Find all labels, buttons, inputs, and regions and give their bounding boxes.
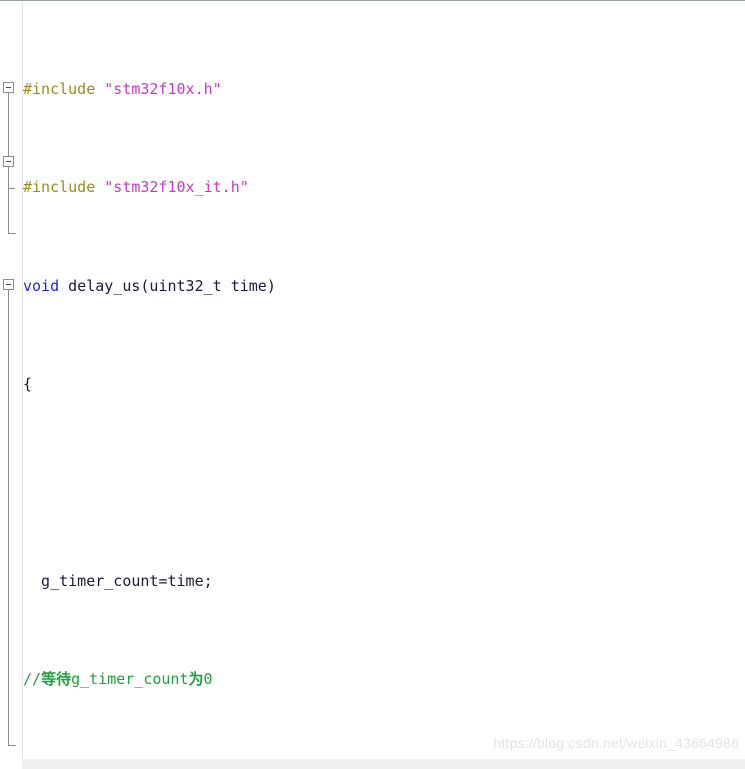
token-keyword-void: void [23,276,60,295]
fold-end-tick-while [8,188,15,189]
fold-guide-init-led [8,290,9,745]
code-line-7: //等待g_timer_count为0 [23,667,745,692]
fold-marker-init-led-body[interactable] [3,279,14,290]
token-comment-slashes: // [23,670,42,689]
code-line-5-blank [23,470,745,495]
bottom-strip-gutter [0,759,22,769]
token-preprocessor: #include [23,178,96,197]
token-function-signature: delay_us(uint32_t time) [59,276,276,295]
token-preprocessor: #include [23,79,96,98]
token-comment-text: 0 [203,670,213,689]
token-string: "stm32f10x_it.h" [95,178,249,197]
fold-marker-delay-us-body[interactable] [3,82,14,93]
code-line-2: #include "stm32f10x_it.h" [23,175,745,200]
fold-end-tick-init-led [8,745,16,746]
code-editor-pane[interactable]: #include "stm32f10x.h" #include "stm32f1… [0,0,745,769]
token-comment-cjk: 为 [188,670,204,689]
fold-end-tick-delay-us [8,233,16,234]
token-assignment: g_timer_count=time; [23,571,213,590]
code-line-1: #include "stm32f10x.h" [23,77,745,102]
code-line-4: { [23,372,745,397]
code-line-6: g_timer_count=time; [23,569,745,594]
watermark-url: https://blog.csdn.net/weixin_43664986 [493,735,739,751]
fold-guide-while [8,167,9,188]
token-comment-text: g_timer_count [71,670,189,689]
token-string: "stm32f10x.h" [95,79,222,98]
token-comment-cjk: 等待 [41,670,72,689]
code-folding-gutter[interactable] [0,3,23,769]
code-text-area[interactable]: #include "stm32f10x.h" #include "stm32f1… [23,3,745,769]
fold-marker-while-body[interactable] [3,156,14,167]
token-open-brace: { [23,374,33,393]
code-line-3: void delay_us(uint32_t time) [23,274,745,299]
bottom-strip [0,759,745,769]
